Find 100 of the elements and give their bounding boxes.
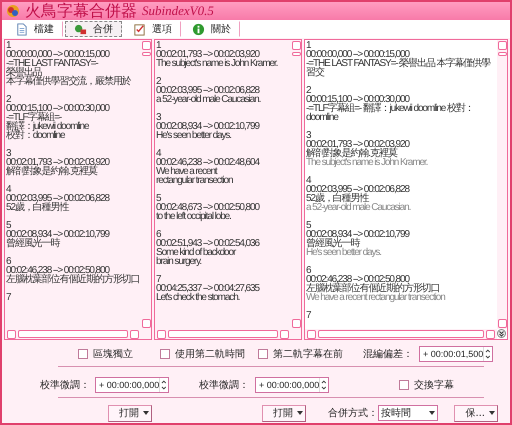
info-icon <box>192 22 205 36</box>
cue-number: 5 <box>156 194 161 203</box>
cue-number: 6 <box>156 230 161 239</box>
cue-number: 2 <box>306 86 311 95</box>
scroll-up-button[interactable] <box>498 41 506 50</box>
scroll-thumb[interactable] <box>18 330 128 338</box>
cue-timecode: 00:02:46,238 --> 00:02:50,800 <box>306 275 410 284</box>
cue-timecode: 00:02:01,793 --> 00:02:03,920 <box>6 158 110 167</box>
time-spinner[interactable]: + 00:00:01,500 <box>419 346 493 362</box>
cue-text: to the left occipital lobe. <box>156 212 231 221</box>
cue-timecode: 00:02:03,995 --> 00:02:06,828 <box>6 194 110 203</box>
checkbox-label: 交換字幕 <box>414 378 454 392</box>
checkbox-label: 第二軌字幕在前 <box>273 348 343 361</box>
cue-timecode: 00:00:00,000 --> 00:00:15,000 <box>306 50 410 59</box>
cue-number: 7 <box>6 293 12 302</box>
save-button[interactable]: 保... <box>454 404 498 422</box>
document-icon <box>15 22 28 36</box>
cue-timecode: 00:02:46,238 --> 00:02:50,800 <box>6 266 110 275</box>
merge-mode-dropdown[interactable]: 按時間 <box>378 405 438 421</box>
cue-text: 榮譽出品 <box>6 68 42 77</box>
checkbox[interactable] <box>78 349 88 359</box>
cue-timecode: 00:02:03,995 --> 00:02:06,828 <box>306 185 410 194</box>
subtitle-pane[interactable] <box>4 39 152 340</box>
cue-number: 2 <box>156 77 161 86</box>
cue-text: rectangular transection <box>156 176 234 185</box>
cue-timecode: 00:00:15,100 --> 00:00:30,000 <box>6 104 110 113</box>
cue-timecode: 00:02:08,934 --> 00:02:10,799 <box>156 122 260 131</box>
checkbox-label: 使用第二軌時間 <box>175 348 245 361</box>
cue-translation: He's seen better days. <box>306 248 382 257</box>
cue-text: Some kind of backdoor <box>156 248 236 257</box>
cue-text: -=THE LAST FANTASY=- <box>6 59 98 68</box>
cue-number: 3 <box>156 113 161 122</box>
cue-translation: The subject's name is John Kramer. <box>306 158 428 167</box>
checklist-icon <box>133 22 146 36</box>
scroll-up-button[interactable] <box>292 41 300 50</box>
checkbox[interactable] <box>399 380 409 390</box>
cue-number: 5 <box>6 221 11 230</box>
cue-text: 曾經風光一時 <box>306 239 360 248</box>
cue-text: -=TLF字幕組=- 翻譯：jukewii doomline 校對：doomline <box>306 104 475 122</box>
scroll-thumb[interactable] <box>318 330 484 338</box>
cue-number: 6 <box>6 257 11 266</box>
open-button[interactable]: 打開 <box>262 404 306 422</box>
cue-translation: a 52-year-old male Caucasian. <box>306 203 412 212</box>
checkbox-label: 區塊獨立 <box>93 348 133 361</box>
caret-icon <box>143 411 149 415</box>
scroll-thumb[interactable] <box>292 52 300 56</box>
merge-mode-label: 合併方式： <box>328 406 378 420</box>
cue-text: a 52-year-old male Caucasian. <box>156 95 262 104</box>
cue-number: 5 <box>306 221 311 230</box>
calibration-label: 校準微調： <box>199 378 250 392</box>
scroll-thumb[interactable] <box>168 330 278 338</box>
scroll-right-button[interactable] <box>130 330 139 338</box>
cue-text: 52歲，白種男性 <box>6 203 69 212</box>
cue-translation: We have a recent rectangular transection <box>306 293 446 302</box>
cue-timecode: 00:02:08,934 --> 00:02:10,799 <box>306 230 410 239</box>
cue-number: 3 <box>306 131 311 140</box>
open-button[interactable]: 打開 <box>108 404 152 422</box>
window-version: SubindexV0.5 <box>142 3 214 19</box>
cue-text: -=TLF字幕組=- <box>6 113 62 122</box>
cue-timecode: 00:02:51,943 --> 00:02:54,036 <box>156 239 260 248</box>
cue-timecode: 00:02:03,995 --> 00:02:06,828 <box>156 86 260 95</box>
cue-timecode: 00:04:25,337 --> 00:04:27,635 <box>156 284 260 293</box>
cue-number: 4 <box>306 176 311 185</box>
offset-label: 混編偏差： <box>363 348 414 361</box>
cue-text: 解剖對象是約翰.克裡莫 <box>6 167 98 176</box>
scroll-left-button[interactable] <box>157 330 166 338</box>
cue-text: brain surgery. <box>156 257 202 266</box>
time-spinner[interactable]: + 00:00:00,000 <box>95 377 169 393</box>
cue-text: 左腦枕葉部位有個近期的方形切口 <box>6 275 141 284</box>
cue-text: 本字幕僅供學習交流，嚴禁用於 <box>6 77 132 86</box>
window-title: 火鳥字幕合併器 <box>25 0 137 22</box>
cue-timecode: 00:02:08,934 --> 00:02:10,799 <box>6 230 110 239</box>
cue-number: 1 <box>306 41 311 50</box>
scroll-left-button[interactable] <box>7 330 16 338</box>
checkbox[interactable] <box>160 349 170 359</box>
cue-number: 6 <box>306 266 311 275</box>
cue-number: 7 <box>306 311 312 320</box>
checkbox[interactable] <box>258 349 268 359</box>
scroll-down-button[interactable] <box>142 319 150 328</box>
cue-text: 解剖對象是約翰.克裡莫 <box>306 149 398 158</box>
cue-timecode: 00:00:15,100 --> 00:00:30,000 <box>306 95 410 104</box>
cue-timecode: 00:02:46,238 --> 00:02:48,604 <box>156 158 260 167</box>
cue-text: He's seen better days. <box>156 131 232 140</box>
scroll-up-button[interactable] <box>142 41 150 50</box>
cue-number: 1 <box>156 41 161 50</box>
cue-text: 曾經風光一時 <box>6 239 61 248</box>
scroll-left-button[interactable] <box>307 330 316 338</box>
time-spinner[interactable]: + 00:00:00,000 <box>255 377 329 393</box>
cue-number: 3 <box>6 149 11 158</box>
cue-text: 左腦枕葉部位有個近期的方形切口 <box>306 284 440 293</box>
scroll-right-button[interactable] <box>280 330 289 338</box>
scroll-thumb[interactable] <box>142 52 150 56</box>
subtitle-pane[interactable] <box>304 39 508 340</box>
cue-timecode: 00:02:01,793 --> 00:02:03,920 <box>306 140 410 149</box>
collapse-icon[interactable] <box>497 329 506 338</box>
cue-timecode: 00:02:01,793 --> 00:02:03,920 <box>156 50 260 59</box>
toolbar-tab[interactable]: 合併 <box>65 21 122 37</box>
scroll-down-button[interactable] <box>292 319 300 328</box>
subtitle-pane[interactable] <box>154 39 302 340</box>
scroll-thumb[interactable] <box>498 52 506 56</box>
